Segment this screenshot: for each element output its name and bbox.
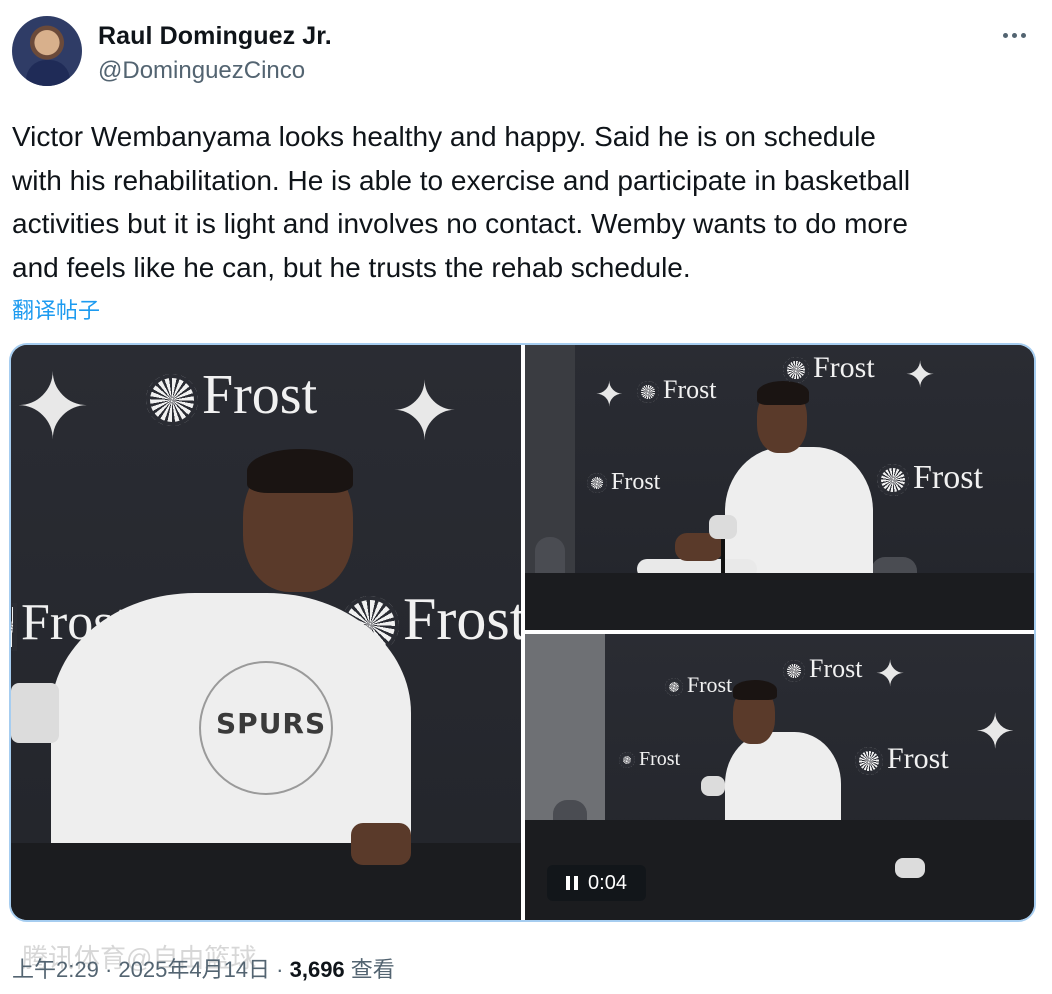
photo-2[interactable]: Frost Frost Frost Frost ✦ ✦ bbox=[525, 345, 1034, 630]
sponsor-logo-text: Frost bbox=[887, 742, 949, 775]
sponsor-logo-text: Frost bbox=[403, 586, 521, 652]
meta-separator: · bbox=[98, 957, 119, 982]
post-time[interactable]: 上午2:29 bbox=[12, 957, 99, 982]
sponsor-logo-text: Frost bbox=[809, 654, 863, 683]
sponsor-logo-text: Frost bbox=[663, 375, 717, 404]
view-label: 查看 bbox=[344, 957, 395, 982]
sponsor-logo-text: Frost bbox=[639, 748, 681, 770]
tweet-metadata: 上午2:29 · 2025年4月14日 · 3,696 查看 bbox=[12, 952, 395, 984]
video-player[interactable]: Frost Frost Frost Frost ✦ ✦ 0:04 bbox=[525, 634, 1034, 920]
photo-1[interactable]: ✦ ✦ Frost Frost Frost SPURS bbox=[11, 345, 521, 920]
tweet-text: Victor Wembanyama looks healthy and happ… bbox=[12, 121, 911, 283]
more-options-icon[interactable] bbox=[996, 22, 1032, 48]
sponsor-logo-text: Frost bbox=[813, 351, 875, 384]
author-handle[interactable]: @DominguezCinco bbox=[98, 57, 305, 85]
sponsor-logo-text: Frost bbox=[202, 364, 318, 426]
author-display-name[interactable]: Raul Dominguez Jr. bbox=[98, 22, 332, 51]
translate-post-link[interactable]: 翻译帖子 bbox=[12, 293, 100, 325]
sponsor-logo-text: Frost bbox=[611, 469, 661, 495]
media-grid: ✦ ✦ Frost Frost Frost SPURS Frost Frost … bbox=[9, 343, 1036, 922]
shirt-logo-text: SPURS bbox=[216, 707, 327, 740]
post-date[interactable]: 2025年4月14日 bbox=[118, 957, 270, 982]
user-avatar[interactable] bbox=[12, 16, 82, 86]
video-timestamp: 0:04 bbox=[588, 871, 627, 894]
sponsor-logo-text: Frost bbox=[687, 672, 733, 697]
sponsor-logo-text: Frost bbox=[913, 459, 983, 496]
meta-separator: · bbox=[270, 957, 290, 982]
tweet-header: Raul Dominguez Jr. @DominguezCinco bbox=[0, 0, 1052, 100]
pause-icon[interactable] bbox=[566, 876, 579, 890]
view-count: 3,696 bbox=[289, 957, 345, 982]
video-playback-badge[interactable]: 0:04 bbox=[547, 865, 646, 901]
